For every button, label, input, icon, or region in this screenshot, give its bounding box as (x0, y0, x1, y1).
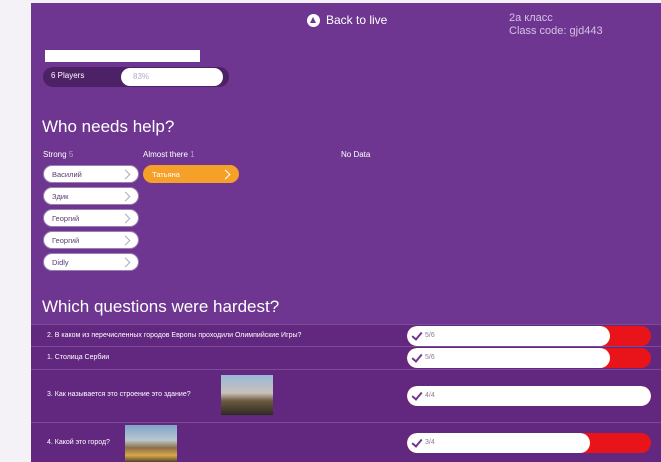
check-icon (411, 350, 423, 363)
chevron-right-icon (120, 169, 131, 180)
question-row[interactable]: 2. В каком из перечисленных городов Евро… (31, 324, 661, 347)
question-score-bar: 3/4 (407, 433, 651, 453)
question-score: 5/6 (425, 354, 435, 361)
student-strong[interactable]: Георгий (43, 209, 139, 227)
back-to-live-label: Back to live (326, 13, 388, 27)
student-strong[interactable]: Георгий (43, 231, 139, 249)
chevron-right-icon (120, 213, 131, 224)
student-name: Георгий (52, 236, 80, 245)
student-name: Василий (52, 170, 82, 179)
players-progress-bar: 6 Players 83% (43, 67, 229, 87)
correct-fill (407, 326, 611, 346)
student-name: Татьяна (152, 170, 180, 179)
column-almost-there: Almost there 1 (143, 150, 195, 159)
student-strong[interactable]: Василий (43, 165, 139, 183)
question-score-bar: 4/4 (407, 386, 651, 406)
city-photo (125, 425, 177, 462)
chevron-right-icon (220, 169, 231, 180)
players-count: 6 Players (51, 71, 85, 80)
report-panel: Back to live 2a класс Class code: gjd443… (31, 3, 661, 462)
up-arrow-icon (307, 13, 320, 27)
student-name: Здик (52, 192, 69, 201)
student-name: Didly (52, 258, 69, 267)
question-text: 4. Какой это город? (47, 439, 110, 446)
question-score: 5/6 (425, 332, 435, 339)
question-row[interactable]: 4. Какой это город? 3/4 (31, 422, 661, 462)
student-strong[interactable]: Здик (43, 187, 139, 205)
check-icon (411, 328, 423, 341)
back-to-live-button[interactable]: Back to live (307, 13, 387, 27)
question-text: 2. В каком из перечисленных городов Евро… (47, 332, 302, 339)
correct-fill (407, 386, 651, 406)
class-code: Class code: gjd443 (509, 25, 603, 37)
question-score: 3/4 (425, 439, 435, 446)
question-row[interactable]: 1. Столица Сербии 5/6 (31, 346, 661, 369)
castle-photo (221, 375, 273, 415)
class-name: 2a класс (509, 12, 553, 24)
question-text: 3. Как называется это строение это здани… (47, 391, 191, 398)
chevron-right-icon (120, 257, 131, 268)
who-needs-help-title: Who needs help? (42, 117, 175, 136)
check-icon (411, 435, 423, 448)
column-no-data: No Data (341, 150, 371, 159)
student-almost-there[interactable]: Татьяна (143, 165, 239, 183)
question-score-bar: 5/6 (407, 326, 651, 346)
column-strong: Strong 5 (43, 150, 74, 159)
question-row[interactable]: 3. Как называется это строение это здани… (31, 369, 661, 422)
question-text: 1. Столица Сербии (47, 354, 110, 361)
hardest-questions-title: Which questions were hardest? (42, 297, 280, 316)
student-name: Георгий (52, 214, 80, 223)
chevron-right-icon (120, 235, 131, 246)
class-info: 2a класс Class code: gjd443 (509, 12, 603, 38)
student-strong[interactable]: Didly (43, 253, 139, 271)
progress-header-bar (45, 50, 200, 62)
question-score: 4/4 (425, 392, 435, 399)
question-score-bar: 5/6 (407, 348, 651, 368)
chevron-right-icon (120, 191, 131, 202)
players-percent: 83% (121, 68, 223, 86)
correct-fill (407, 348, 611, 368)
check-icon (411, 388, 423, 401)
